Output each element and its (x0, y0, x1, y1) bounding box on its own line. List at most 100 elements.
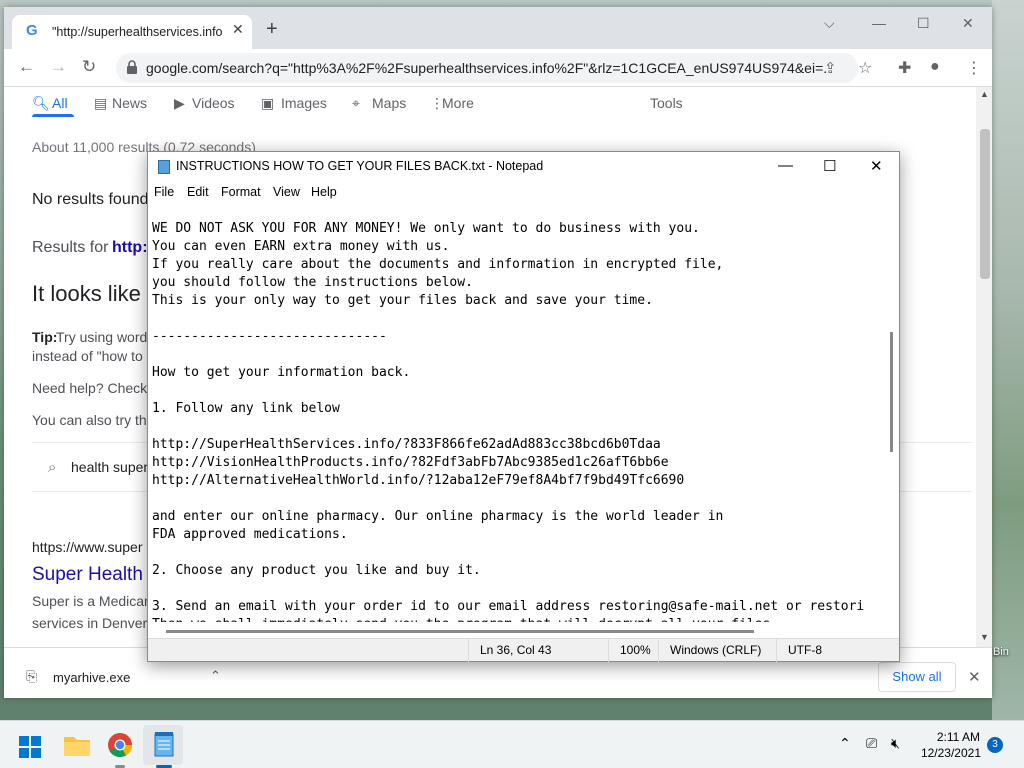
minimize-icon[interactable]: — (872, 15, 886, 31)
scroll-up-arrow-icon[interactable]: ▲ (980, 89, 989, 99)
scroll-down-arrow-icon[interactable]: ▼ (980, 632, 989, 642)
also-try-text: You can also try th (32, 412, 147, 428)
taskbar: ⌃ ⎚ 🔇︎ 2:11 AM 12/23/2021 3 (0, 720, 1024, 768)
chevron-up-icon[interactable]: ⌃ (210, 668, 221, 684)
show-all-button[interactable]: Show all (878, 662, 956, 692)
page-scrollbar[interactable]: ▲ ▼ (976, 87, 992, 647)
related-search-suggestion[interactable]: health super (71, 459, 148, 475)
chrome-icon[interactable] (107, 732, 133, 758)
notification-badge[interactable]: 3 (987, 737, 1003, 753)
notepad-text-area[interactable]: WE DO NOT ASK YOU FOR ANY MONEY! We only… (152, 220, 883, 622)
text-line (152, 382, 883, 400)
tools-button[interactable]: Tools (650, 95, 683, 111)
windows-start-icon[interactable] (18, 735, 42, 759)
menu-help[interactable]: Help (311, 185, 337, 199)
result-snippet-line: Super is a Medicar (32, 593, 149, 609)
google-favicon-icon: G (26, 22, 38, 39)
close-window-icon[interactable]: ✕ (962, 15, 974, 32)
notepad-vertical-scrollbar[interactable] (884, 204, 899, 624)
menu-format[interactable]: Format (221, 185, 261, 199)
tab-all[interactable]: All (52, 95, 68, 111)
tip-label: Tip: (32, 329, 58, 345)
no-results-text: No results found (32, 191, 149, 208)
notepad-horizontal-scrollbar[interactable] (148, 624, 884, 638)
bookmark-star-icon[interactable]: ☆ (858, 58, 872, 78)
close-icon[interactable]: ✕ (870, 157, 883, 175)
clock-time[interactable]: 2:11 AM (920, 730, 980, 744)
menu-kebab-icon[interactable]: ⋮ (966, 58, 982, 78)
notepad-titlebar[interactable]: INSTRUCTIONS HOW TO GET YOUR FILES BACK.… (148, 152, 899, 182)
text-line: http://VisionHealthProducts.info/?82Fdf3… (152, 455, 669, 470)
scroll-thumb[interactable] (980, 129, 990, 279)
result-snippet-line: services in Denver (32, 615, 148, 631)
results-for-link[interactable]: http: (112, 239, 148, 257)
share-icon[interactable]: ⇪ (824, 59, 837, 77)
address-bar[interactable]: google.com/search?q="http%3A%2F%2Fsuperh… (116, 53, 858, 83)
tab-strip: G "http://superhealthservices.info/ ✕ + … (4, 7, 992, 49)
close-download-bar-icon[interactable]: ✕ (968, 668, 981, 686)
reload-icon[interactable]: ↻ (82, 57, 96, 77)
maximize-icon[interactable]: ☐ (917, 15, 930, 32)
text-line (152, 418, 883, 436)
recycle-bin-label[interactable]: Bin (993, 646, 1009, 658)
text-line (152, 346, 883, 364)
text-line: You can even EARN extra money with us. (152, 239, 450, 254)
url-text[interactable]: google.com/search?q="http%3A%2F%2Fsuperh… (146, 60, 826, 76)
result-url[interactable]: https://www.super (32, 539, 143, 555)
text-line: and enter our online pharmacy. Our onlin… (152, 509, 724, 524)
lock-icon[interactable] (126, 60, 138, 74)
text-line: If you really care about the documents a… (152, 257, 724, 272)
tab-more[interactable]: More (442, 95, 474, 111)
show-hidden-icons-chevron-icon[interactable]: ⌃ (839, 735, 851, 752)
browser-tab[interactable]: G "http://superhealthservices.info/ ✕ (12, 15, 252, 49)
line-ending: Windows (CRLF) (658, 639, 776, 662)
file-explorer-icon[interactable] (63, 733, 91, 757)
videos-icon: ▶ (174, 95, 185, 111)
scroll-thumb[interactable] (890, 332, 893, 452)
minimize-icon[interactable]: — (778, 157, 793, 174)
text-line: This is your only way to get your files … (152, 293, 653, 308)
back-icon[interactable]: ← (18, 57, 35, 77)
maps-icon: ⌖ (352, 95, 360, 111)
tab-images[interactable]: Images (281, 95, 327, 111)
menu-view[interactable]: View (273, 185, 300, 199)
new-tab-icon[interactable]: + (266, 19, 278, 39)
text-line: How to get your information back. (152, 365, 411, 380)
notepad-menubar: File Edit Format View Help (148, 182, 899, 204)
text-line: FDA approved medications. (152, 527, 348, 542)
notepad-title: INSTRUCTIONS HOW TO GET YOUR FILES BACK.… (176, 159, 544, 173)
network-icon[interactable]: ⎚ (866, 735, 877, 752)
extensions-icon[interactable]: ✚ (898, 58, 911, 78)
notepad-icon (158, 160, 170, 174)
text-line: ------------------------------ (152, 329, 387, 344)
active-tab-underline (32, 114, 74, 117)
clock-date[interactable]: 12/23/2021 (915, 746, 981, 760)
desktop-wallpaper (992, 0, 1024, 720)
news-icon: ▤ (94, 95, 108, 111)
tab-videos[interactable]: Videos (192, 95, 235, 111)
maximize-icon[interactable]: ☐ (823, 157, 836, 175)
tab-maps[interactable]: Maps (372, 95, 406, 111)
scroll-thumb[interactable] (166, 630, 754, 633)
menu-edit[interactable]: Edit (187, 185, 209, 199)
text-line (152, 580, 883, 598)
close-tab-icon[interactable]: ✕ (232, 21, 244, 38)
tab-news[interactable]: News (112, 95, 147, 111)
looks-like-heading: It looks like (32, 281, 141, 306)
text-line (152, 310, 883, 328)
volume-muted-icon[interactable]: 🔇︎ (891, 735, 900, 752)
text-line: WE DO NOT ASK YOU FOR ANY MONEY! We only… (152, 221, 700, 236)
browser-toolbar: ← → ↻ google.com/search?q="http%3A%2F%2F… (4, 49, 992, 87)
need-help-text: Need help? Check (32, 380, 148, 396)
forward-icon[interactable]: → (50, 57, 67, 77)
text-line: 2. Choose any product you like and buy i… (152, 563, 481, 578)
profile-avatar-icon[interactable]: ● (930, 58, 940, 76)
result-title-link[interactable]: Super Health (32, 564, 143, 586)
text-line (152, 544, 883, 562)
tab-search-icon[interactable]: ⌵ (824, 15, 835, 32)
notepad-taskbar-icon[interactable] (153, 731, 175, 757)
search-icon: 🔍︎ (32, 95, 50, 111)
download-filename[interactable]: myarhive.exe (53, 670, 130, 685)
tab-title: "http://superhealthservices.info/ (52, 25, 222, 39)
menu-file[interactable]: File (154, 185, 174, 199)
